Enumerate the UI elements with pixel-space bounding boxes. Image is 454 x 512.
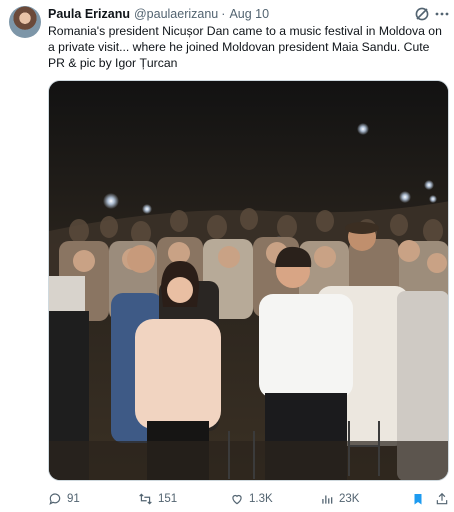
share-button[interactable]: [435, 489, 454, 509]
tweet-date[interactable]: Aug 10: [229, 7, 269, 21]
separator-dot: ·: [221, 7, 226, 21]
bookmark-icon: [414, 494, 422, 505]
repost-button[interactable]: 151: [138, 489, 177, 509]
author-display-name[interactable]: Paula Erizanu: [48, 7, 130, 21]
reply-button[interactable]: 91: [48, 489, 80, 509]
festival-crowd-photo: [49, 81, 448, 480]
reply-icon: [49, 493, 61, 505]
more-icon[interactable]: [434, 8, 450, 20]
tweet-photo[interactable]: [48, 80, 449, 481]
bookmark-button[interactable]: [412, 489, 429, 509]
author-handle[interactable]: @paulaerizanu: [134, 7, 218, 21]
like-button[interactable]: 1.3K: [230, 489, 273, 509]
tweet[interactable]: Paula Erizanu @paulaerizanu · Aug 10 Rom…: [0, 0, 454, 512]
views-button[interactable]: 23K: [320, 489, 359, 509]
tweet-actions: 91 151 1.3K 23K: [48, 489, 452, 509]
like-icon: [232, 494, 242, 505]
avatar[interactable]: [9, 6, 41, 38]
reply-count: 91: [67, 493, 80, 505]
like-count: 1.3K: [249, 493, 273, 505]
tweet-text: Romania's president Nicușor Dan came to …: [48, 24, 442, 70]
views-count: 23K: [339, 493, 360, 505]
share-icon: [436, 492, 448, 505]
repost-icon: [139, 493, 152, 505]
repost-count: 151: [158, 493, 178, 505]
views-icon: [322, 495, 333, 504]
grok-icon[interactable]: [414, 6, 430, 22]
